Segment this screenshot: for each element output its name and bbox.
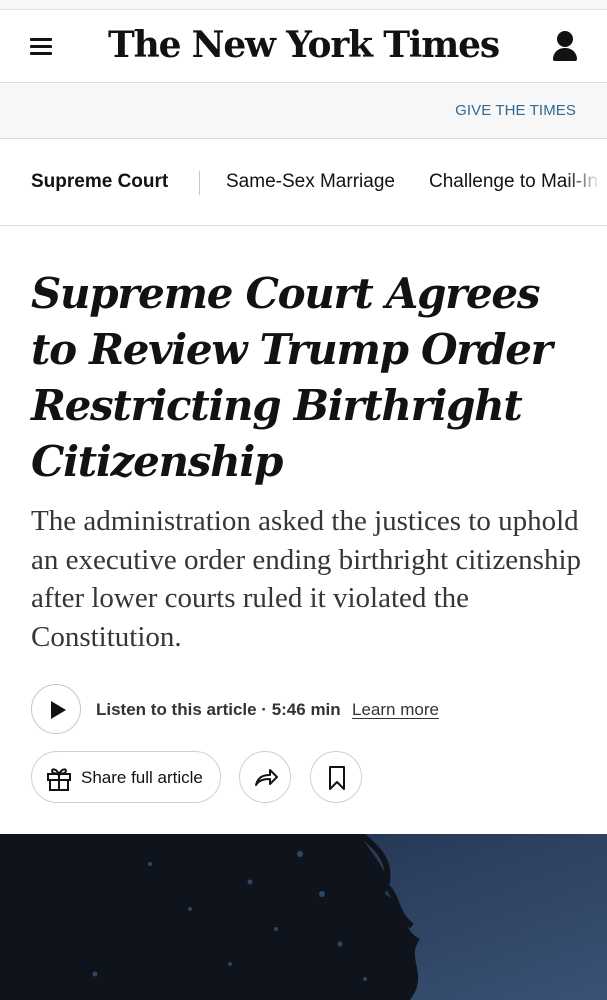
top-status-strip (0, 0, 607, 10)
article-summary: The administration asked the justices to… (31, 505, 582, 653)
subnav-item-challenge-to-mail-in[interactable]: Challenge to Mail-In (429, 171, 598, 193)
play-icon (51, 701, 66, 719)
give-the-times-link[interactable]: GIVE THE TIMES (455, 102, 576, 119)
bookmark-icon (329, 766, 345, 790)
nyt-logo[interactable]: The New York Times (0, 24, 607, 66)
article-headline: Supreme Court Agrees to Review Trump Ord… (31, 269, 553, 486)
audio-player: Listen to this article · 5:46 min Learn … (31, 684, 591, 734)
save-bookmark-button[interactable] (310, 751, 362, 803)
subnav-item-supreme-court[interactable]: Supreme Court (31, 171, 168, 193)
listen-label: Listen to this article · 5:46 min (96, 700, 341, 719)
user-account-icon[interactable] (551, 29, 579, 63)
learn-more-link[interactable]: Learn more (352, 700, 439, 720)
article-actions: Share full article (31, 751, 591, 803)
subnav-divider (199, 171, 200, 195)
play-button[interactable] (31, 684, 81, 734)
share-full-article-button[interactable]: Share full article (31, 751, 221, 803)
share-button[interactable] (239, 751, 291, 803)
subnav-item-same-sex-marriage[interactable]: Same-Sex Marriage (226, 171, 395, 193)
share-full-article-label: Share full article (81, 768, 203, 787)
section-subnav: Supreme Court Same-Sex Marriage Challeng… (0, 140, 607, 226)
share-arrow-icon (255, 769, 278, 786)
article-hero-image (0, 834, 607, 1000)
gift-icon (47, 768, 71, 791)
subscription-promo-bar: GIVE THE TIMES (0, 84, 607, 139)
masthead: The New York Times (0, 10, 607, 83)
